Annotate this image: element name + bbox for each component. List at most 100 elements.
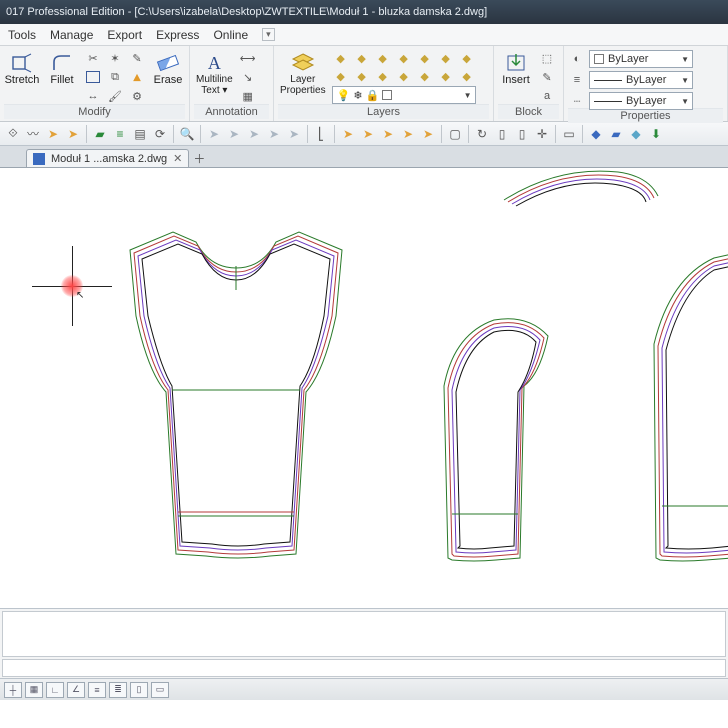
leader-icon[interactable]: ↘ bbox=[239, 69, 257, 85]
layer-current-select[interactable]: 💡 ❄ 🔒 ▼ bbox=[332, 86, 476, 104]
command-history[interactable] bbox=[2, 611, 726, 657]
tool-icon[interactable]: ▰ bbox=[91, 125, 109, 143]
fillet-button[interactable]: Fillet bbox=[44, 50, 80, 88]
arrow-icon[interactable]: ➤ bbox=[359, 125, 377, 143]
box-icon[interactable]: ▢ bbox=[446, 125, 464, 143]
download-icon[interactable]: ⬇ bbox=[647, 125, 665, 143]
insert-button[interactable]: Insert bbox=[498, 50, 534, 88]
match-prop-icon[interactable]: ◐ bbox=[568, 51, 586, 67]
refresh-icon[interactable]: ↻ bbox=[473, 125, 491, 143]
bulb-icon: 💡 bbox=[337, 89, 351, 102]
block-attr-icon[interactable]: a bbox=[538, 88, 556, 104]
color-select[interactable]: ByLayer▼ bbox=[589, 50, 693, 68]
arrow-icon[interactable]: ➤ bbox=[205, 125, 223, 143]
grid-toggle[interactable]: ▦ bbox=[25, 682, 43, 698]
dim-icon[interactable]: ⟷ bbox=[239, 50, 257, 66]
layer-mini-icon[interactable]: ◆ bbox=[458, 50, 476, 66]
target-icon[interactable]: ✛ bbox=[533, 125, 551, 143]
arrow-icon[interactable]: ➤ bbox=[285, 125, 303, 143]
polar-toggle[interactable]: ∠ bbox=[67, 682, 85, 698]
block-create-icon[interactable]: ⬚ bbox=[538, 50, 556, 66]
triangle-icon[interactable] bbox=[128, 69, 146, 85]
lineweight-icon[interactable]: ≡ bbox=[568, 72, 586, 88]
close-tab-icon[interactable]: ✕ bbox=[173, 152, 182, 165]
arrow-icon[interactable]: ➤ bbox=[339, 125, 357, 143]
modify-mini-3: ✎ ⚙ bbox=[128, 50, 146, 104]
layer-mini-icon[interactable]: ◆ bbox=[353, 50, 371, 66]
arrow-icon[interactable]: ➤ bbox=[399, 125, 417, 143]
ribbon-annotation-group: A Multiline Text ▾ ⟷ ↘ ▦ Annotation bbox=[190, 46, 274, 121]
layer-mini-icon[interactable]: ◆ bbox=[437, 68, 455, 84]
layer-mini-icon[interactable]: ◆ bbox=[332, 68, 350, 84]
arrow-icon[interactable]: ➤ bbox=[245, 125, 263, 143]
refresh-icon[interactable]: ⟳ bbox=[151, 125, 169, 143]
edit-icon[interactable]: ✎ bbox=[128, 50, 146, 66]
ducs-toggle[interactable]: ▯ bbox=[130, 682, 148, 698]
layer-mini-icon[interactable]: ◆ bbox=[437, 50, 455, 66]
table-icon[interactable]: ▦ bbox=[239, 88, 257, 104]
drawing-canvas[interactable]: ↖ bbox=[0, 168, 728, 608]
menu-tools[interactable]: Tools bbox=[8, 28, 36, 42]
tool-icon[interactable]: ◆ bbox=[587, 125, 605, 143]
tool-icon[interactable]: 〰 bbox=[24, 125, 42, 143]
copy-icon[interactable]: ⧉ bbox=[106, 69, 124, 85]
tool-icon[interactable]: ⚙ bbox=[128, 88, 146, 104]
lineweight-select[interactable]: ByLayer▼ bbox=[589, 71, 693, 89]
doc-icon[interactable]: ▯ bbox=[493, 125, 511, 143]
menu-export[interactable]: Export bbox=[107, 28, 142, 42]
layer-mini-icon[interactable]: ◆ bbox=[374, 68, 392, 84]
dyn-toggle[interactable]: ▭ bbox=[151, 682, 169, 698]
arrow-icon[interactable]: ➤ bbox=[64, 125, 82, 143]
file-tab[interactable]: Moduł 1 ...amska 2.dwg ✕ bbox=[26, 149, 189, 167]
mtext-button[interactable]: A Multiline Text ▾ bbox=[194, 50, 235, 98]
menu-online[interactable]: Online bbox=[213, 28, 248, 42]
bracket-icon[interactable]: ⎣ bbox=[312, 125, 330, 143]
zoom-icon[interactable]: 🔍 bbox=[178, 125, 196, 143]
tool-icon[interactable]: ◆ bbox=[627, 125, 645, 143]
snap-toggle[interactable]: ┼ bbox=[4, 682, 22, 698]
trim-icon[interactable]: ✂ bbox=[84, 50, 102, 66]
ribbon: Stretch Fillet ✂ ↔ ✶ ⧉ 🖌 ✎ ⚙ bbox=[0, 46, 728, 122]
layer-mini-icon[interactable]: ◆ bbox=[416, 68, 434, 84]
stretch-button[interactable]: Stretch bbox=[4, 50, 40, 88]
arrow-icon[interactable]: ➤ bbox=[225, 125, 243, 143]
brush-icon[interactable]: 🖌 bbox=[106, 88, 124, 104]
command-input[interactable] bbox=[2, 659, 726, 677]
layer-mini-icon[interactable]: ◆ bbox=[374, 50, 392, 66]
explode-icon[interactable]: ✶ bbox=[106, 50, 124, 66]
tool-icon[interactable]: ▰ bbox=[607, 125, 625, 143]
doc-icon[interactable]: ▯ bbox=[513, 125, 531, 143]
otrack-toggle[interactable]: ≣ bbox=[109, 682, 127, 698]
ortho-toggle[interactable]: ∟ bbox=[46, 682, 64, 698]
tool-icon[interactable]: ≡ bbox=[111, 125, 129, 143]
menu-manage[interactable]: Manage bbox=[50, 28, 93, 42]
chevron-down-icon: ▼ bbox=[464, 91, 472, 100]
layer-properties-button[interactable]: Layer Properties bbox=[278, 50, 328, 98]
layer-mini-icon[interactable]: ◆ bbox=[395, 68, 413, 84]
arrow-icon[interactable]: ➤ bbox=[265, 125, 283, 143]
layer-mini-icon[interactable]: ◆ bbox=[458, 68, 476, 84]
modify-mini-1: ✂ ↔ bbox=[84, 50, 102, 104]
layer-mini-icon[interactable]: ◆ bbox=[395, 50, 413, 66]
window-icon[interactable]: ▭ bbox=[560, 125, 578, 143]
block-edit-icon[interactable]: ✎ bbox=[538, 69, 556, 85]
arrow-icon[interactable]: ➤ bbox=[419, 125, 437, 143]
menu-chevron-icon[interactable]: ▾ bbox=[262, 28, 275, 41]
tool-icon[interactable]: ▤ bbox=[131, 125, 149, 143]
arrow-icon[interactable]: ➤ bbox=[44, 125, 62, 143]
menu-express[interactable]: Express bbox=[156, 28, 199, 42]
linetype-icon[interactable]: ┈ bbox=[568, 93, 586, 109]
erase-button[interactable]: Erase bbox=[150, 50, 186, 88]
erase-label: Erase bbox=[154, 74, 183, 86]
osnap-toggle[interactable]: ≡ bbox=[88, 682, 106, 698]
pattern-sleeve-a bbox=[428, 314, 578, 574]
layer-mini-icon[interactable]: ◆ bbox=[416, 50, 434, 66]
rect-icon[interactable] bbox=[84, 69, 102, 85]
tool-icon[interactable]: ⟐ bbox=[4, 125, 22, 143]
new-tab-icon[interactable]: ＋ bbox=[193, 150, 205, 167]
move-icon[interactable]: ↔ bbox=[84, 88, 102, 104]
arrow-icon[interactable]: ➤ bbox=[379, 125, 397, 143]
layer-mini-icon[interactable]: ◆ bbox=[353, 68, 371, 84]
layer-mini-icon[interactable]: ◆ bbox=[332, 50, 350, 66]
linetype-select[interactable]: ByLayer▼ bbox=[589, 92, 693, 110]
